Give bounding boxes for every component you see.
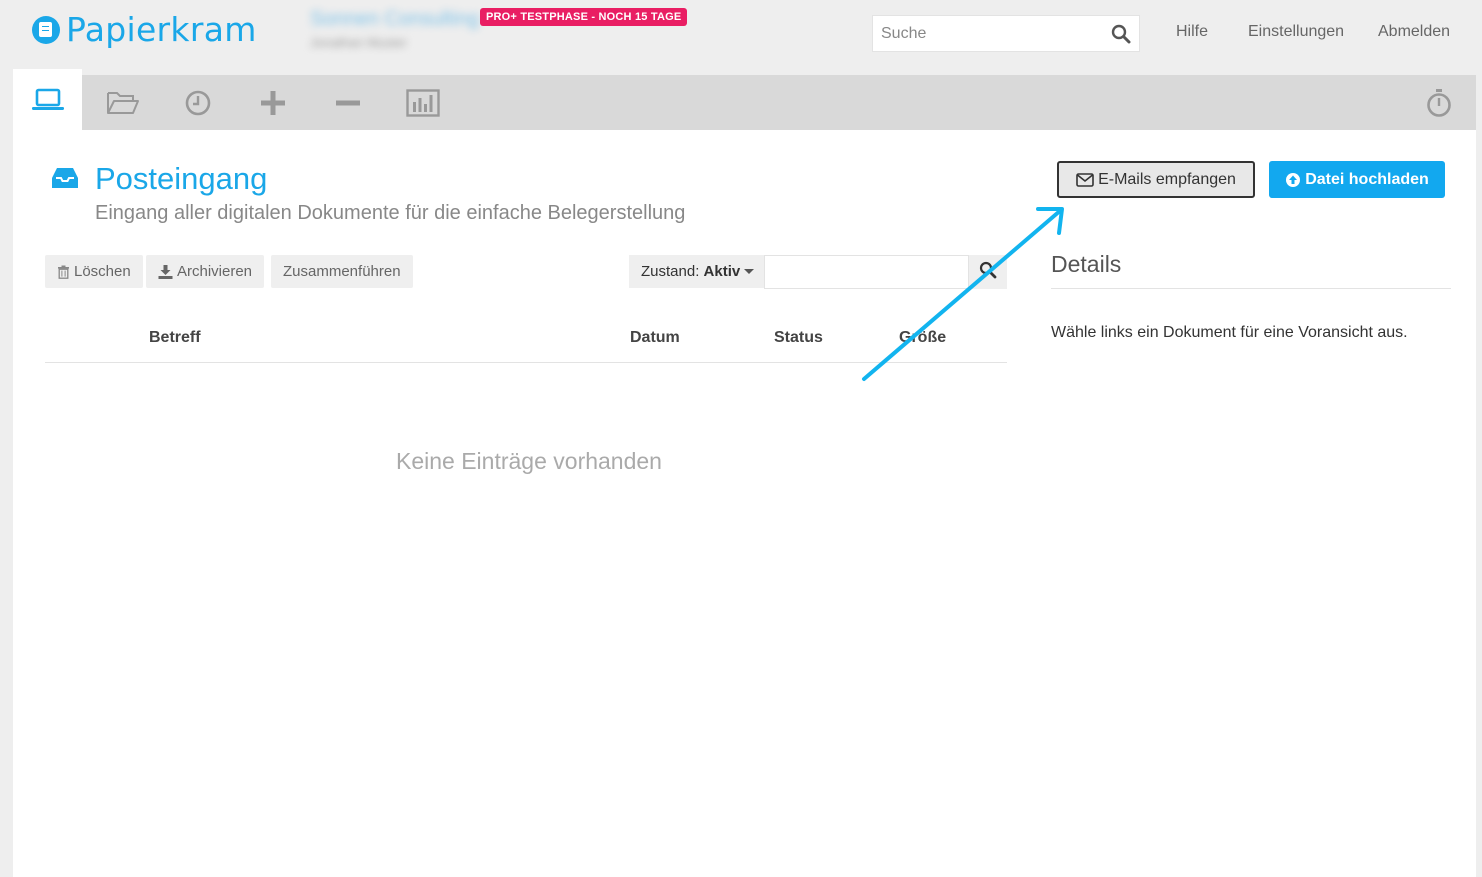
global-search bbox=[872, 15, 1140, 52]
main-tabbar bbox=[13, 69, 1476, 130]
upload-file-label: Datei hochladen bbox=[1305, 170, 1429, 188]
column-header-date[interactable]: Datum bbox=[630, 329, 680, 347]
merge-button[interactable]: Zusammenführen bbox=[271, 255, 413, 288]
tab-documents[interactable] bbox=[88, 75, 157, 130]
clock-icon bbox=[184, 89, 212, 117]
settings-link[interactable]: Einstellungen bbox=[1248, 23, 1344, 41]
merge-label: Zusammenführen bbox=[283, 263, 401, 280]
plus-icon bbox=[260, 90, 286, 116]
logo-icon bbox=[32, 15, 60, 44]
upload-circle-icon bbox=[1285, 172, 1301, 188]
archive-button[interactable]: Archivieren bbox=[146, 255, 265, 288]
logout-link[interactable]: Abmelden bbox=[1378, 23, 1450, 41]
receive-mails-button[interactable]: E-Mails empfangen bbox=[1057, 161, 1255, 198]
help-link[interactable]: Hilfe bbox=[1176, 23, 1208, 41]
company-user: Jonathan Muster bbox=[310, 35, 407, 50]
folder-open-icon bbox=[106, 89, 140, 117]
tab-income[interactable] bbox=[238, 75, 307, 130]
column-header-status[interactable]: Status bbox=[774, 329, 823, 347]
search-icon bbox=[979, 261, 997, 284]
tab-time[interactable] bbox=[163, 75, 232, 130]
main-content: Posteingang Eingang aller digitalen Doku… bbox=[13, 130, 1476, 877]
details-title: Details bbox=[1051, 251, 1122, 277]
laptop-icon bbox=[31, 87, 65, 113]
status-filter-dropdown[interactable]: Zustand: Aktiv bbox=[629, 255, 764, 288]
filter-search-button[interactable] bbox=[969, 255, 1007, 289]
company-name: Sonnen Consulting bbox=[310, 8, 480, 30]
download-icon bbox=[158, 264, 173, 279]
caret-down-icon bbox=[744, 269, 755, 274]
column-header-subject[interactable]: Betreff bbox=[149, 329, 201, 347]
details-hint: Wähle links ein Dokument für eine Vorans… bbox=[1051, 324, 1408, 341]
delete-label: Löschen bbox=[74, 263, 131, 280]
stopwatch-icon bbox=[1425, 88, 1453, 118]
inbox-icon bbox=[51, 166, 79, 195]
delete-button[interactable]: Löschen bbox=[45, 255, 143, 288]
tab-expenses[interactable] bbox=[313, 75, 382, 130]
top-header: Papierkram Sonnen Consulting Jonathan Mu… bbox=[0, 0, 1482, 68]
upload-file-button[interactable]: Datei hochladen bbox=[1269, 161, 1445, 198]
app-logo[interactable]: Papierkram bbox=[32, 10, 257, 49]
page-subtitle: Eingang aller digitalen Dokumente für di… bbox=[95, 202, 686, 224]
company-info[interactable]: Sonnen Consulting Jonathan Muster bbox=[310, 8, 479, 50]
details-divider bbox=[1051, 288, 1451, 289]
column-header-size[interactable]: Größe bbox=[899, 329, 946, 347]
tab-inbox[interactable] bbox=[13, 69, 82, 130]
bar-chart-icon bbox=[405, 88, 440, 117]
logo-text: Papierkram bbox=[66, 10, 257, 49]
search-icon[interactable] bbox=[1111, 24, 1131, 44]
status-filter-value: Aktiv bbox=[703, 263, 741, 280]
tab-stopwatch[interactable] bbox=[1404, 75, 1473, 130]
trash-icon bbox=[57, 265, 70, 279]
search-input[interactable] bbox=[873, 16, 1103, 51]
filter-search-input[interactable] bbox=[764, 255, 969, 289]
table-header-divider bbox=[45, 362, 1007, 363]
minus-icon bbox=[335, 90, 361, 116]
empty-state-message: Keine Einträge vorhanden bbox=[396, 448, 662, 474]
trial-badge[interactable]: PRO+ TESTPHASE - NOCH 15 TAGE bbox=[480, 8, 688, 26]
receive-mails-label: E-Mails empfangen bbox=[1098, 170, 1236, 188]
envelope-icon bbox=[1076, 172, 1094, 187]
page-title: Posteingang bbox=[95, 161, 268, 196]
tab-reports[interactable] bbox=[388, 75, 457, 130]
status-filter-label: Zustand: bbox=[641, 263, 700, 280]
archive-label: Archivieren bbox=[177, 263, 253, 280]
